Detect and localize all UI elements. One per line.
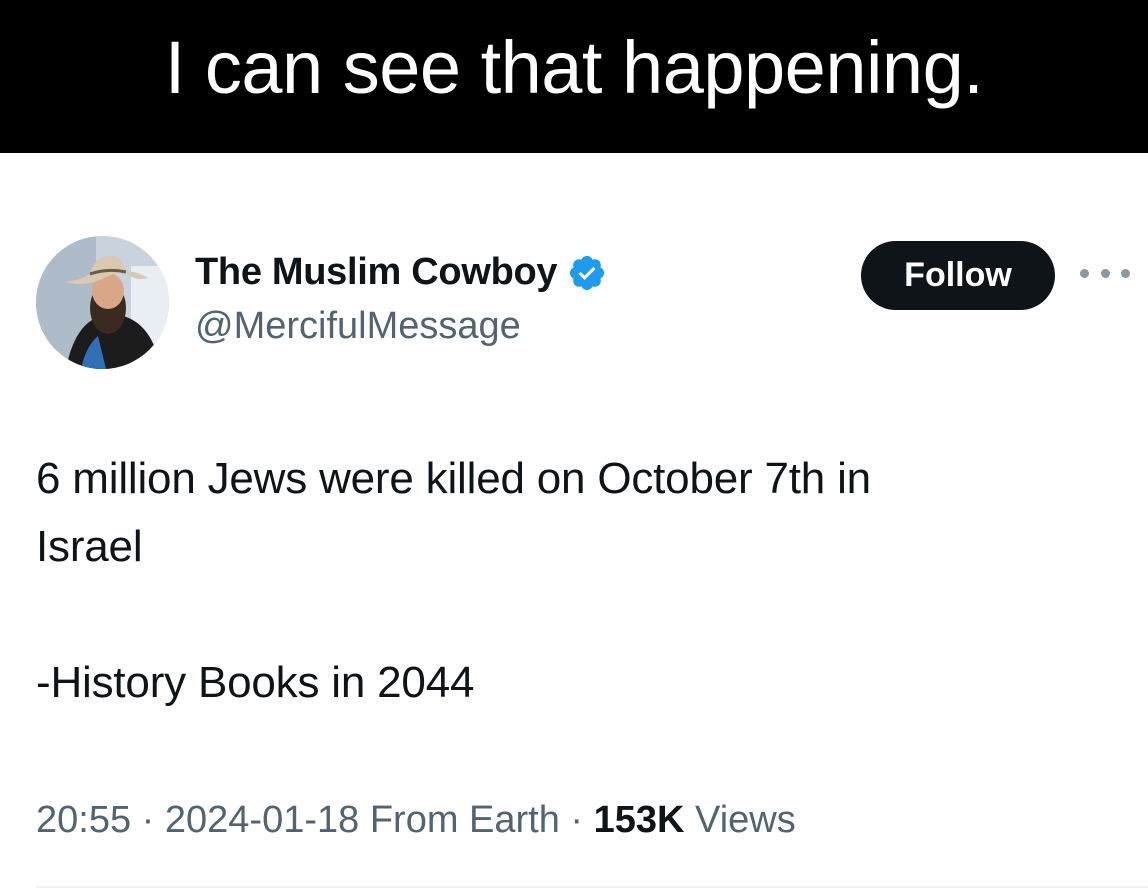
separator: · bbox=[131, 799, 165, 841]
tweet-text: 6 million Jews were killed on October 7t… bbox=[36, 445, 1096, 717]
tweet-card: The Muslim Cowboy @MercifulMessage Follo… bbox=[0, 153, 1148, 892]
follow-button[interactable]: Follow bbox=[861, 241, 1055, 310]
meme-caption-bar: I can see that happening. bbox=[0, 0, 1148, 153]
tweet-date[interactable]: 2024-01-18 bbox=[165, 799, 359, 841]
tweet-source: From Earth bbox=[359, 799, 560, 841]
separator: · bbox=[559, 799, 594, 841]
meme-caption: I can see that happening. bbox=[164, 26, 984, 109]
author-handle[interactable]: @MercifulMessage bbox=[195, 305, 521, 348]
tweet-text-line: -History Books in 2044 bbox=[36, 658, 475, 707]
dot bbox=[1080, 268, 1089, 278]
more-options-icon[interactable] bbox=[1080, 261, 1130, 285]
verified-badge-icon bbox=[567, 253, 607, 293]
tweet-metadata: 20:55 · 2024-01-18 From Earth · 153K Vie… bbox=[36, 799, 796, 842]
avatar[interactable] bbox=[36, 236, 169, 369]
dot bbox=[1121, 268, 1130, 278]
views-label: Views bbox=[684, 799, 796, 841]
author-name-text: The Muslim Cowboy bbox=[195, 251, 558, 293]
dot bbox=[1100, 268, 1110, 278]
profile-photo bbox=[36, 236, 169, 369]
tweet-time[interactable]: 20:55 bbox=[36, 799, 131, 841]
tweet-text-line: 6 million Jews were killed on October 7t… bbox=[36, 454, 871, 503]
divider bbox=[36, 886, 1148, 888]
tweet-text-line: Israel bbox=[36, 522, 143, 571]
views-count[interactable]: 153K bbox=[594, 799, 685, 841]
author-display-name[interactable]: The Muslim Cowboy bbox=[195, 251, 607, 294]
